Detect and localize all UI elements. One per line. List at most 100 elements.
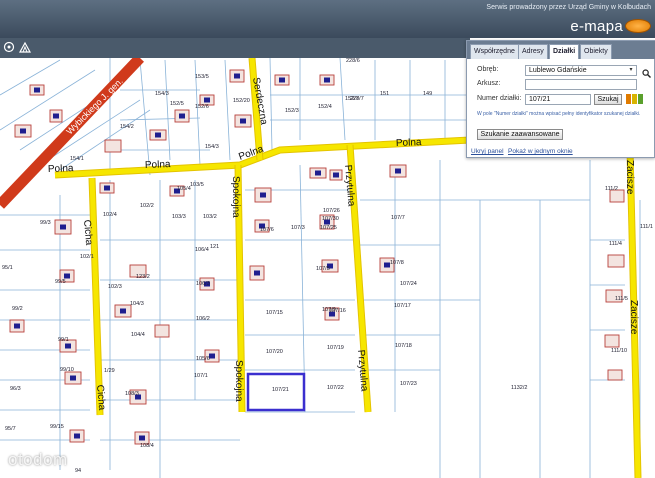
color-swatch-yellow[interactable] xyxy=(632,94,637,104)
parcel-label: 99/15 xyxy=(50,424,64,430)
parcel-label: 111/1 xyxy=(640,224,653,230)
street-label-przytulna: Przytulna xyxy=(342,164,357,207)
building-footprint xyxy=(104,139,122,153)
parcel-label: 152/20 xyxy=(233,98,250,104)
obreb-select[interactable]: Lublewo Gdańskie ▾ xyxy=(525,65,637,76)
parcel-label: 228/6 xyxy=(346,58,360,64)
parcel-label: 152/3 xyxy=(285,108,299,114)
parcel-label: 99/3 xyxy=(40,220,51,226)
address-marker xyxy=(240,118,246,124)
parcel-label: 154/3 xyxy=(205,144,219,150)
tab-objects[interactable]: Obiekty xyxy=(580,44,612,59)
address-marker xyxy=(324,77,330,83)
parcel-label: 107/23 xyxy=(400,381,417,387)
address-marker xyxy=(53,113,59,119)
chevron-down-icon[interactable]: ▾ xyxy=(627,67,635,74)
parcel-label: 153/5 xyxy=(195,74,209,80)
parcel-label: 99/10 xyxy=(60,367,74,373)
parcel-label: 107/6 xyxy=(260,227,274,233)
address-marker xyxy=(74,433,80,439)
parcel-label: 105/4 xyxy=(177,186,191,192)
parcel-label: 107/7 xyxy=(391,215,405,221)
street-label-zacisze: Zacisze xyxy=(628,300,639,335)
parcel-label: 149 xyxy=(423,91,432,97)
tab-coordinates[interactable]: Współrzędne xyxy=(470,44,519,59)
parcel-label: 107/22 xyxy=(327,385,344,391)
parcel-label: 228/7 xyxy=(350,96,364,102)
parcel-label: 107/15 xyxy=(266,310,283,316)
arkusz-input[interactable] xyxy=(525,79,637,90)
brand-logo-text[interactable]: e-mapa xyxy=(570,18,623,35)
address-marker xyxy=(315,170,321,176)
address-marker xyxy=(260,192,266,198)
advanced-search-button[interactable]: Szukanie zaawansowane xyxy=(477,129,563,140)
parcel-label: 123/2 xyxy=(136,274,150,280)
parcel-label: 111/2 xyxy=(605,186,618,192)
building-footprint xyxy=(154,324,170,338)
parcel-label: 107/1 xyxy=(194,373,208,379)
parcel-label: 106/2 xyxy=(196,316,210,322)
single-window-link[interactable]: Pokaż w jednym oknie xyxy=(508,148,573,155)
street-label-zacisze: Zacisze xyxy=(624,160,635,195)
address-marker xyxy=(155,132,161,138)
address-marker xyxy=(64,273,70,279)
arkusz-label: Arkusz: xyxy=(477,80,501,87)
numer-label: Numer działki: xyxy=(477,95,522,102)
tab-parcels[interactable]: Działki xyxy=(549,44,580,59)
parcel-label: 107/8 xyxy=(390,260,404,266)
color-swatch-orange[interactable] xyxy=(626,94,631,104)
obreb-select-value: Lublewo Gdańskie xyxy=(529,67,587,74)
address-marker xyxy=(20,128,26,134)
parcel-label: 107/18 xyxy=(395,343,412,349)
parcel-label: 154/2 xyxy=(120,124,134,130)
building-footprint xyxy=(607,369,623,381)
address-marker xyxy=(139,435,145,441)
parcel-label: 107/25 xyxy=(320,225,337,231)
parcel-label: 121 xyxy=(210,244,219,250)
service-text: Serwis prowadzony przez Urząd Gminy w Ko… xyxy=(486,4,651,11)
address-marker xyxy=(60,224,66,230)
street-label-main: Wybickiego J. gen. xyxy=(64,76,124,136)
parcel-label: 107/26 xyxy=(323,208,340,214)
parcel-label: 104/3 xyxy=(130,301,144,307)
parcel-label: 106/4 xyxy=(195,247,209,253)
parcel-label: 1/29 xyxy=(104,368,115,374)
parcel-label: 94 xyxy=(75,468,81,474)
parcel-label: 99/1 xyxy=(58,337,69,343)
parcel-label: 103/3 xyxy=(172,214,186,220)
numer-dzialki-input[interactable] xyxy=(525,94,591,105)
parcel-label: 103/5 xyxy=(190,182,204,188)
parcel-label: 1132/2 xyxy=(511,385,527,391)
search-icon[interactable] xyxy=(642,65,651,78)
parcel-label: 152/4 xyxy=(318,104,332,110)
parcel-label: 111/10 xyxy=(611,348,627,354)
hint-text: W pole "Numer działki" można wpisać pełn… xyxy=(477,111,641,117)
mountain-icon[interactable] xyxy=(18,41,32,55)
parcel-label: 152/5 xyxy=(170,101,184,107)
parcel-label: 107/20 xyxy=(266,349,283,355)
parcel-label: 102/4 xyxy=(103,212,117,218)
parcel-label: 102/2 xyxy=(140,203,154,209)
parcel-label: 108/4 xyxy=(140,443,154,449)
layers-icon[interactable] xyxy=(2,41,16,55)
address-marker xyxy=(14,323,20,329)
address-marker xyxy=(234,73,240,79)
color-swatch-green[interactable] xyxy=(638,94,643,104)
parcel-label: 99/2 xyxy=(12,306,23,312)
address-marker xyxy=(70,375,76,381)
address-marker xyxy=(333,172,339,178)
tab-addresses[interactable]: Adresy xyxy=(518,44,548,59)
address-marker xyxy=(120,308,126,314)
watermark-text: otodom xyxy=(8,450,68,469)
street-label-polna: Polna xyxy=(396,137,422,149)
parcel-label: 103/2 xyxy=(203,214,217,220)
map-toolbar xyxy=(0,38,470,58)
parcel-label: 96/3 xyxy=(10,386,21,392)
parcel-label: 104/4 xyxy=(131,332,145,338)
hide-panel-link[interactable]: Ukryj panel xyxy=(471,148,504,155)
parcel-label: 107/16 xyxy=(329,308,346,314)
street-label-polna: Polna xyxy=(48,163,74,175)
street-label-cicha: Cicha xyxy=(94,384,107,411)
parcel-label: 95/1 xyxy=(2,265,13,271)
search-button[interactable]: Szukaj xyxy=(594,94,622,105)
